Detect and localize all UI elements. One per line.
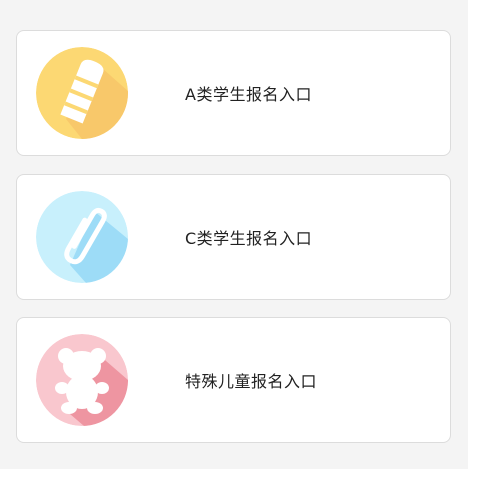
paperclip-icon [36, 191, 128, 283]
entry-card-special[interactable]: 特殊儿童报名入口 [16, 317, 451, 443]
entry-label-c: C类学生报名入口 [185, 229, 313, 248]
pencil-icon [36, 47, 128, 139]
entry-card-a[interactable]: A类学生报名入口 [16, 30, 451, 156]
entry-card-c[interactable]: C类学生报名入口 [16, 174, 451, 300]
entry-list-screen: A类学生报名入口 C类学生报名入口 特殊儿童报名入口 [0, 0, 468, 469]
entry-label-a: A类学生报名入口 [185, 85, 312, 104]
entry-label-special: 特殊儿童报名入口 [185, 372, 318, 391]
teddy-bear-icon [36, 334, 128, 426]
